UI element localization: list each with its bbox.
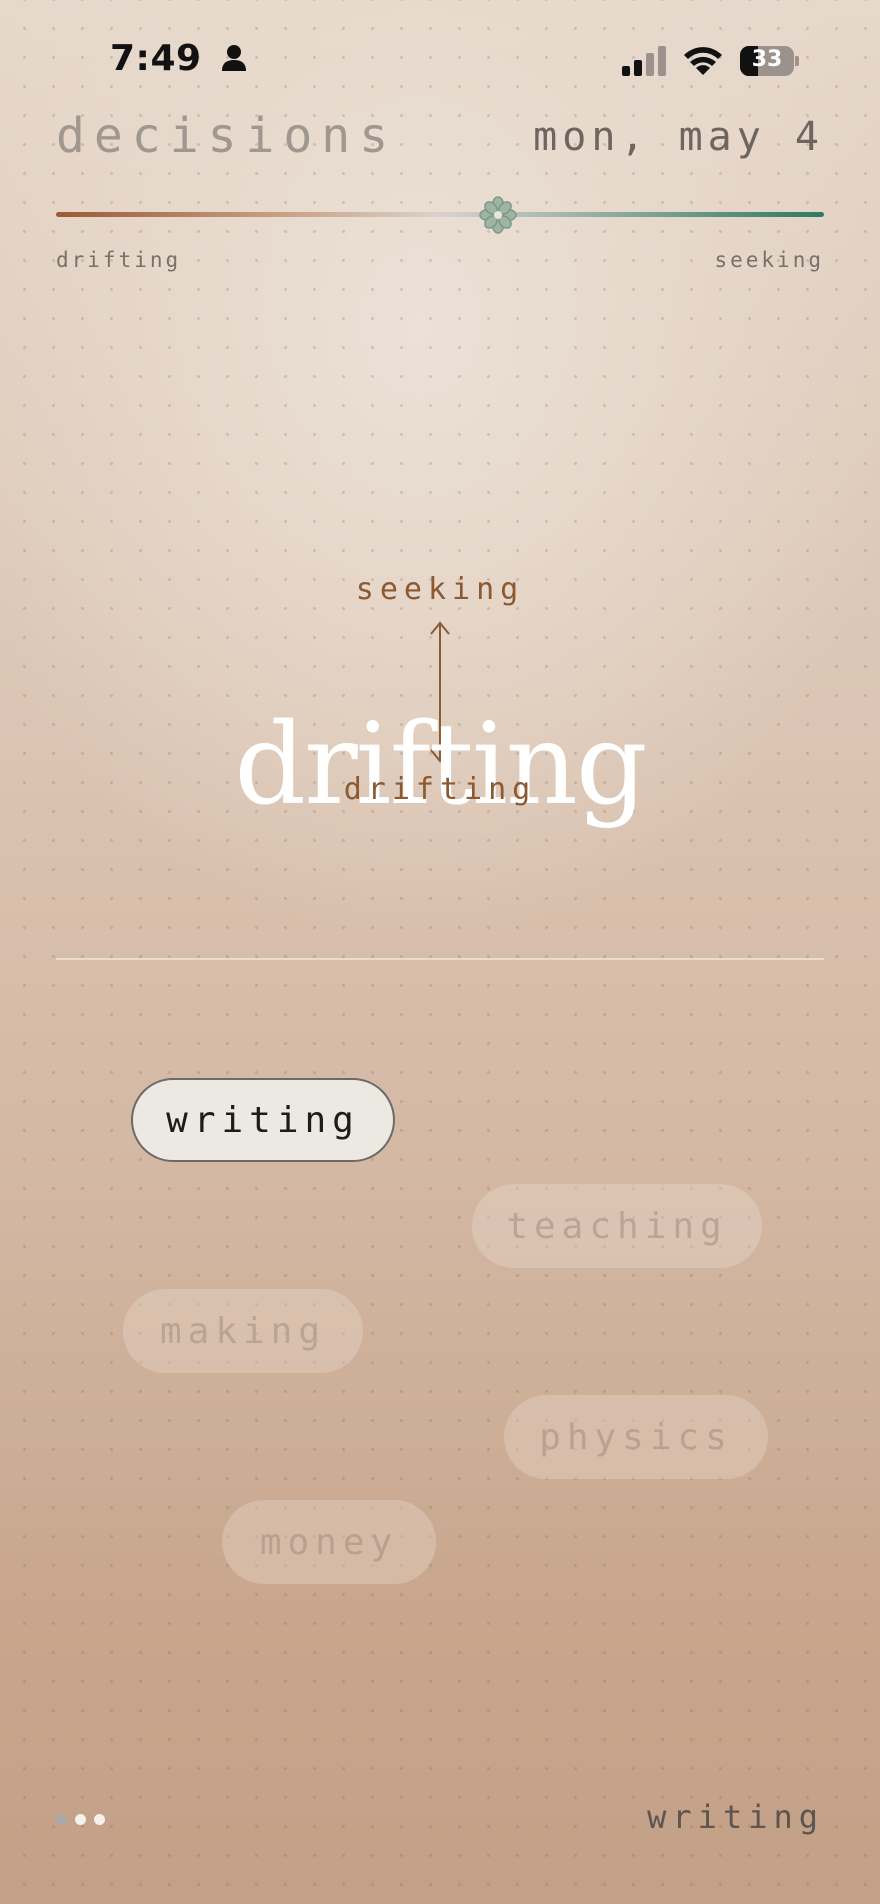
dot-grid-background xyxy=(0,0,880,1904)
chip-label: teaching xyxy=(506,1205,728,1247)
person-icon xyxy=(221,45,246,71)
slider-max-label: seeking xyxy=(714,248,824,272)
current-state-word: drifting xyxy=(234,700,647,830)
chip-teaching[interactable]: teaching xyxy=(472,1184,762,1268)
app-title: decisions xyxy=(56,108,398,164)
page-indicator[interactable] xyxy=(56,1812,105,1826)
page-dot[interactable] xyxy=(56,1813,67,1825)
flower-icon xyxy=(478,196,517,234)
mood-slider-thumb[interactable] xyxy=(478,196,517,234)
status-time-text: 7:49 xyxy=(110,38,202,79)
chip-label: writing xyxy=(166,1099,360,1141)
page-dot[interactable] xyxy=(94,1813,105,1825)
footer-selected-label: writing xyxy=(647,1798,824,1836)
mood-slider-track[interactable] xyxy=(56,212,824,217)
section-divider xyxy=(56,958,824,960)
wifi-icon xyxy=(684,47,722,75)
status-icons: 33 xyxy=(622,44,802,78)
cellular-signal-icon xyxy=(622,46,666,76)
battery-icon: 33 xyxy=(740,46,799,76)
page-dot[interactable] xyxy=(75,1813,86,1825)
chip-making[interactable]: making xyxy=(123,1289,363,1373)
chip-label: money xyxy=(259,1521,399,1563)
chip-physics[interactable]: physics xyxy=(504,1395,768,1479)
chip-money[interactable]: money xyxy=(222,1500,436,1584)
slider-min-label: drifting xyxy=(56,248,182,272)
header-date: mon, may 4 xyxy=(533,114,824,160)
battery-level: 33 xyxy=(751,47,783,72)
chip-writing[interactable]: writing xyxy=(131,1078,395,1162)
status-time: 7:49 xyxy=(110,38,247,79)
seeking-direction-label[interactable]: seeking xyxy=(0,572,880,607)
chip-label: physics xyxy=(539,1416,733,1458)
drifting-direction-label[interactable]: drifting xyxy=(0,772,880,807)
chip-label: making xyxy=(159,1310,327,1352)
